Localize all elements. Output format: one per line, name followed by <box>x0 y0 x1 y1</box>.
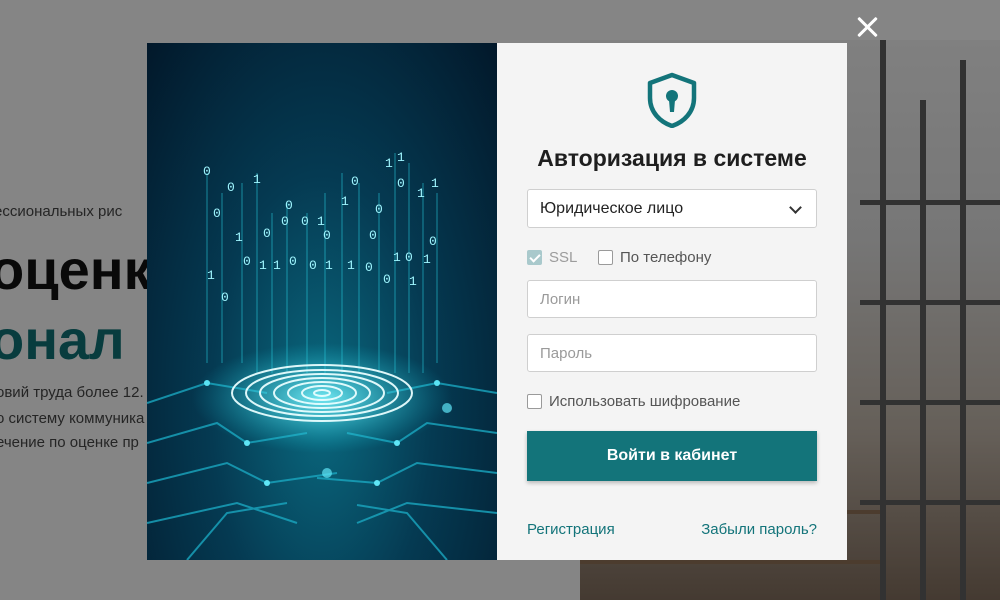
svg-text:0: 0 <box>429 234 437 249</box>
ssl-label: SSL <box>549 249 578 266</box>
login-submit-button[interactable]: Войти в кабинет <box>527 431 817 481</box>
svg-text:0: 0 <box>203 164 211 179</box>
phone-option[interactable]: По телефону <box>598 249 711 266</box>
entity-type-select[interactable]: Юридическое лицо <box>527 189 817 228</box>
svg-text:1: 1 <box>431 176 439 191</box>
svg-text:1: 1 <box>259 258 267 273</box>
forgot-password-link[interactable]: Забыли пароль? <box>701 521 817 538</box>
svg-text:1: 1 <box>409 274 417 289</box>
password-input[interactable] <box>527 334 817 372</box>
register-link[interactable]: Регистрация <box>527 521 615 538</box>
shield-keyhole-icon <box>647 72 697 128</box>
svg-text:0: 0 <box>375 202 383 217</box>
svg-text:1: 1 <box>325 258 333 273</box>
ssl-option[interactable]: SSL <box>527 249 577 266</box>
form-title: Авторизация в системе <box>537 145 807 171</box>
svg-text:0: 0 <box>243 254 251 269</box>
svg-text:1: 1 <box>423 252 431 267</box>
svg-text:1: 1 <box>385 156 393 171</box>
svg-text:1: 1 <box>253 172 261 187</box>
svg-text:0: 0 <box>227 180 235 195</box>
phone-checkbox[interactable] <box>598 250 613 265</box>
svg-text:1: 1 <box>317 214 325 229</box>
svg-text:0: 0 <box>323 228 331 243</box>
svg-text:0: 0 <box>405 250 413 265</box>
login-form-panel: Авторизация в системе Юридическое лицо S… <box>497 43 847 560</box>
ssl-checkbox[interactable] <box>527 250 542 265</box>
svg-text:0: 0 <box>351 174 359 189</box>
encrypt-checkbox[interactable] <box>527 394 542 409</box>
svg-text:0: 0 <box>289 254 297 269</box>
svg-text:0: 0 <box>221 290 229 305</box>
svg-text:0: 0 <box>213 206 221 221</box>
login-modal: 001 000 010 101 101 110 000 011 001 101 … <box>147 43 847 560</box>
encrypt-label: Использовать шифрование <box>549 393 741 410</box>
chevron-down-icon <box>789 201 802 214</box>
svg-text:1: 1 <box>341 194 349 209</box>
login-input[interactable] <box>527 280 817 318</box>
phone-label: По телефону <box>620 249 712 266</box>
svg-text:0: 0 <box>285 198 293 213</box>
svg-text:1: 1 <box>347 258 355 273</box>
svg-text:1: 1 <box>397 150 405 165</box>
close-icon[interactable] <box>852 12 882 42</box>
svg-text:0: 0 <box>309 258 317 273</box>
svg-text:1: 1 <box>417 186 425 201</box>
svg-text:0: 0 <box>263 226 271 241</box>
svg-text:1: 1 <box>207 268 215 283</box>
encrypt-option[interactable]: Использовать шифрование <box>527 393 740 410</box>
svg-text:0: 0 <box>369 228 377 243</box>
entity-type-value: Юридическое лицо <box>540 199 684 217</box>
svg-text:0: 0 <box>365 260 373 275</box>
fingerprint-circuit-illustration: 001 000 010 101 101 110 000 011 001 101 … <box>147 43 497 560</box>
svg-text:0: 0 <box>397 176 405 191</box>
svg-text:1: 1 <box>235 230 243 245</box>
svg-text:0: 0 <box>301 214 309 229</box>
svg-text:1: 1 <box>273 258 281 273</box>
svg-text:1: 1 <box>393 250 401 265</box>
svg-text:0: 0 <box>281 214 289 229</box>
svg-text:0: 0 <box>383 272 391 287</box>
